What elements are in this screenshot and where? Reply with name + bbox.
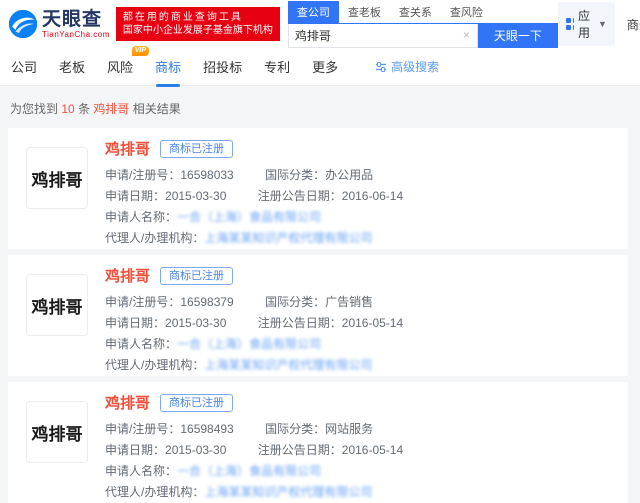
trademark-title-link[interactable]: 鸡排哥 <box>105 392 150 413</box>
applicant-label: 申请人名称： <box>105 210 177 224</box>
reg-no-value: 16598379 <box>180 295 233 309</box>
apply-date-label: 申请日期： <box>105 189 165 203</box>
status-badge: 商标已注册 <box>160 394 233 412</box>
promo-banner: 都在用的商业查询工具 国家中小企业发展子基金旗下机构 <box>116 7 280 41</box>
tianyancha-logo[interactable]: 天眼查 TianYanCha.com <box>8 9 110 39</box>
nav-item-boss[interactable]: 老板 <box>58 55 86 78</box>
agent-label: 代理人/办理机构： <box>105 358 204 372</box>
results-area: 为您找到 10 条 鸡排哥 相关结果 鸡排哥 鸡排哥 商标已注册 申请/注册号：… <box>0 86 640 503</box>
search-tabs: 查公司 查老板 查关系 查风险 <box>288 1 558 24</box>
result-keyword: 鸡排哥 <box>93 102 129 116</box>
agent-label: 代理人/办理机构： <box>105 231 204 245</box>
nav-item-company[interactable]: 公司 <box>10 55 38 78</box>
trademark-title-link[interactable]: 鸡排哥 <box>105 265 150 286</box>
status-badge: 商标已注册 <box>160 140 233 158</box>
chevron-down-icon: ▼ <box>598 19 607 29</box>
nav-item-bidding[interactable]: 招投标 <box>202 55 243 78</box>
intl-class-value: 广告销售 <box>325 295 373 309</box>
reg-no-label: 申请/注册号： <box>105 422 180 436</box>
nav-item-risk[interactable]: 风险 VIP <box>106 55 134 78</box>
business-coop-link[interactable]: 商务合作 <box>627 16 640 33</box>
promo-line2: 国家中小企业发展子基金旗下机构 <box>123 24 273 37</box>
reg-no-label: 申请/注册号： <box>105 295 180 309</box>
agent-link[interactable]: 上海某某知识产权代理有限公司 <box>204 231 372 245</box>
promo-line1: 都在用的商业查询工具 <box>123 11 273 24</box>
agent-link[interactable]: 上海某某知识产权代理有限公司 <box>204 358 372 372</box>
pub-date-value: 2016-05-14 <box>342 443 403 457</box>
applicant-link[interactable]: 一合（上海）食品有限公司 <box>177 337 321 351</box>
reg-no-value: 16598033 <box>180 168 233 182</box>
agent-link[interactable]: 上海某某知识产权代理有限公司 <box>204 485 372 499</box>
search-input[interactable] <box>289 28 456 42</box>
logo-domain: TianYanCha.com <box>42 30 110 39</box>
vip-badge: VIP <box>132 46 149 56</box>
intl-class-label: 国际分类： <box>265 422 325 436</box>
result-count: 10 <box>61 102 74 116</box>
trademark-thumbnail[interactable]: 鸡排哥 <box>26 401 88 463</box>
clear-icon[interactable]: × <box>456 28 477 42</box>
search-tab-boss[interactable]: 查老板 <box>339 1 390 23</box>
pub-date-value: 2016-05-14 <box>342 316 403 330</box>
intl-class-label: 国际分类： <box>265 168 325 182</box>
apply-date-label: 申请日期： <box>105 443 165 457</box>
intl-class-label: 国际分类： <box>265 295 325 309</box>
apply-date-value: 2015-03-30 <box>165 189 226 203</box>
search-button[interactable]: 天眼一下 <box>478 24 558 48</box>
advanced-search-link[interactable]: 高级搜索 <box>375 58 439 75</box>
apps-label: 应用 <box>578 7 594 41</box>
nav-item-trademark[interactable]: 商标 <box>154 55 182 78</box>
logo-title: 天眼查 <box>42 10 110 30</box>
apply-date-label: 申请日期： <box>105 316 165 330</box>
applicant-label: 申请人名称： <box>105 337 177 351</box>
nav-item-patent[interactable]: 专利 <box>263 55 291 78</box>
trademark-title-link[interactable]: 鸡排哥 <box>105 138 150 159</box>
trademark-thumbnail[interactable]: 鸡排哥 <box>26 147 88 209</box>
pub-date-value: 2016-06-14 <box>342 189 403 203</box>
trademark-card: 鸡排哥 鸡排哥 商标已注册 申请/注册号：16598493 国际分类：网站服务 … <box>8 382 628 503</box>
pub-date-label: 注册公告日期： <box>258 443 342 457</box>
tianyancha-eye-icon <box>8 9 38 39</box>
apps-button[interactable]: 应用 ▼ <box>558 2 615 46</box>
trademark-thumbnail[interactable]: 鸡排哥 <box>26 274 88 336</box>
advanced-search-label: 高级搜索 <box>391 58 439 75</box>
intl-class-value: 网站服务 <box>325 422 373 436</box>
search-tab-company[interactable]: 查公司 <box>288 1 339 23</box>
category-nav: 公司 老板 风险 VIP 商标 招投标 专利 更多 高级搜索 <box>0 48 640 86</box>
reg-no-label: 申请/注册号： <box>105 168 180 182</box>
trademark-card: 鸡排哥 鸡排哥 商标已注册 申请/注册号：16598379 国际分类：广告销售 … <box>8 255 628 376</box>
applicant-label: 申请人名称： <box>105 464 177 478</box>
reg-no-value: 16598493 <box>180 422 233 436</box>
nav-item-more[interactable]: 更多 <box>311 55 339 78</box>
applicant-link[interactable]: 一合（上海）食品有限公司 <box>177 210 321 224</box>
apply-date-value: 2015-03-30 <box>165 316 226 330</box>
search-tab-risk[interactable]: 查风险 <box>441 1 492 23</box>
pub-date-label: 注册公告日期： <box>258 316 342 330</box>
result-summary: 为您找到 10 条 鸡排哥 相关结果 <box>0 86 640 128</box>
trademark-card: 鸡排哥 鸡排哥 商标已注册 申请/注册号：16598033 国际分类：办公用品 … <box>8 128 628 249</box>
header: 天眼查 TianYanCha.com 都在用的商业查询工具 国家中小企业发展子基… <box>0 0 640 48</box>
pub-date-label: 注册公告日期： <box>258 189 342 203</box>
applicant-link[interactable]: 一合（上海）食品有限公司 <box>177 464 321 478</box>
status-badge: 商标已注册 <box>160 267 233 285</box>
filter-sliders-icon <box>375 61 387 73</box>
agent-label: 代理人/办理机构： <box>105 485 204 499</box>
search-module: 查公司 查老板 查关系 查风险 × 天眼一下 <box>288 1 558 48</box>
apply-date-value: 2015-03-30 <box>165 443 226 457</box>
intl-class-value: 办公用品 <box>325 168 373 182</box>
search-tab-relation[interactable]: 查关系 <box>390 1 441 23</box>
apps-grid-icon <box>566 18 574 30</box>
